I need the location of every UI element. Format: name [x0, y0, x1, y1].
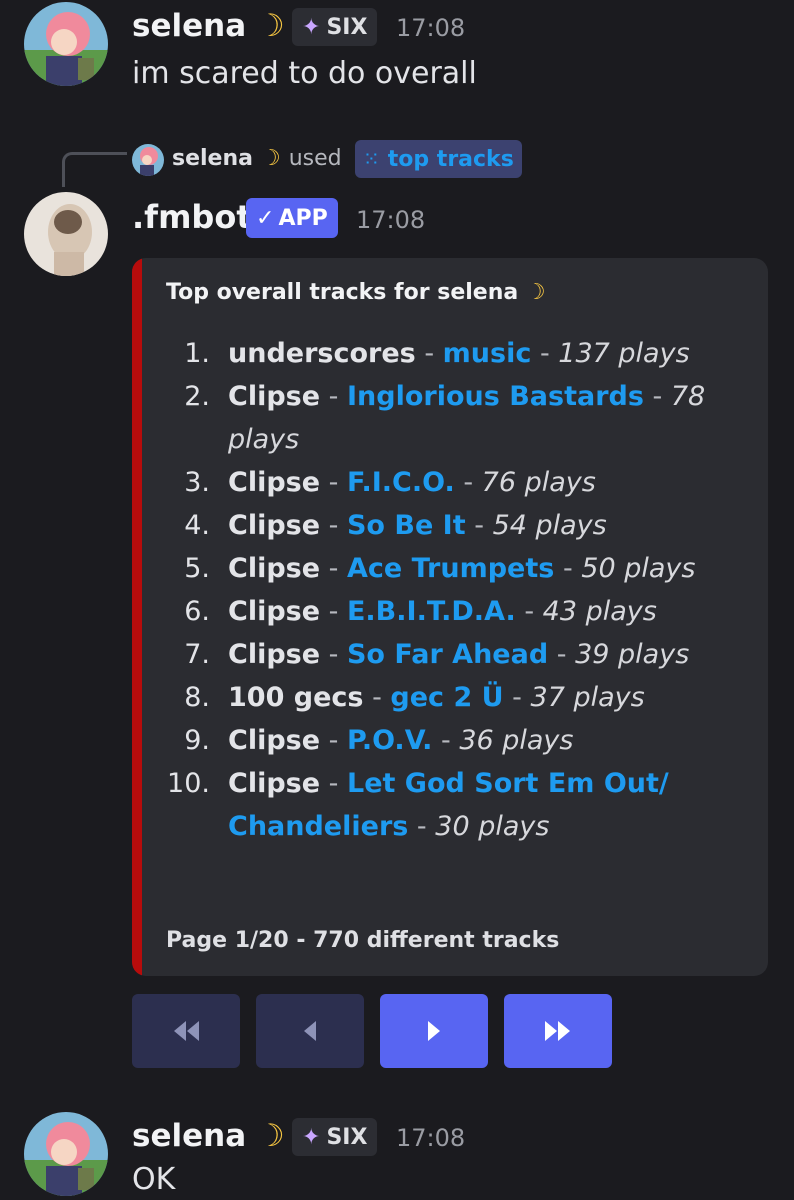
- artist-name: Clipse: [228, 467, 321, 498]
- reply-avatar[interactable]: [132, 144, 164, 176]
- bot-name[interactable]: .fmbot: [132, 198, 252, 236]
- list-item: 10. Clipse - Let God Sort Em Out/ Chande…: [167, 768, 669, 842]
- rewind-first-icon: [174, 1021, 199, 1041]
- play-count: 76 plays: [481, 467, 596, 498]
- next-page-button[interactable]: [380, 994, 488, 1068]
- artist-name: Clipse: [228, 768, 321, 799]
- timestamp: 17:08: [356, 206, 426, 234]
- list-item: 8. 100 gecs - gec 2 Ü - 37 plays: [184, 682, 645, 713]
- last-page-button[interactable]: [504, 994, 612, 1068]
- previous-page-button[interactable]: [256, 994, 364, 1068]
- list-item: 6. Clipse - E.B.I.T.D.A. - 43 plays: [184, 596, 657, 627]
- user-avatar[interactable]: [24, 1112, 108, 1196]
- author-name[interactable]: selena ☽: [132, 8, 285, 44]
- fast-forward-last-icon: [545, 1021, 570, 1041]
- play-count: 137 plays: [558, 338, 690, 369]
- play-count: 50 plays: [581, 553, 696, 584]
- play-count: 37 plays: [530, 682, 645, 713]
- command-icon: ⁙: [363, 147, 380, 171]
- embed-card: Top overall tracks for selena ☽ 1. under…: [132, 258, 768, 976]
- track-link[interactable]: E.B.I.T.D.A.: [347, 596, 516, 627]
- sparkle-icon: ✦: [302, 14, 321, 40]
- artist-name: Clipse: [228, 596, 321, 627]
- play-count: 54 plays: [492, 510, 607, 541]
- track-link[interactable]: music: [443, 338, 532, 369]
- user-tag[interactable]: ✦ SIX: [292, 8, 378, 46]
- embed-title: Top overall tracks for selena ☽: [166, 280, 546, 305]
- list-item: 7. Clipse - So Far Ahead - 39 plays: [184, 639, 690, 670]
- list-item: 5. Clipse - Ace Trumpets - 50 plays: [184, 553, 696, 584]
- track-link[interactable]: Inglorious Bastards: [347, 381, 644, 412]
- play-count: 30 plays: [435, 811, 550, 842]
- list-item: 4. Clipse - So Be It - 54 plays: [184, 510, 607, 541]
- play-count: 39 plays: [575, 639, 690, 670]
- embed-accent-bar: [132, 258, 142, 976]
- reply-reference[interactable]: selena ☽ used: [172, 146, 342, 171]
- bot-avatar[interactable]: [24, 192, 108, 276]
- play-count: 43 plays: [542, 596, 657, 627]
- artist-name: Clipse: [228, 381, 321, 412]
- track-list: 1. underscores - music - 137 plays 2. Cl…: [166, 332, 756, 848]
- timestamp: 17:08: [396, 14, 466, 42]
- app-badge: ✓ APP: [246, 198, 338, 238]
- moon-icon: ☽: [256, 8, 285, 44]
- moon-icon: ☽: [525, 280, 546, 305]
- moon-icon: ☽: [256, 1118, 285, 1154]
- timestamp: 17:08: [396, 1124, 466, 1152]
- user-tag[interactable]: ✦ SIX: [292, 1118, 378, 1156]
- artist-name: Clipse: [228, 553, 321, 584]
- track-link[interactable]: Ace Trumpets: [347, 553, 554, 584]
- track-link[interactable]: So Be It: [347, 510, 466, 541]
- message-text: OK: [132, 1162, 176, 1197]
- list-item: 9. Clipse - P.O.V. - 36 plays: [184, 725, 574, 756]
- track-link[interactable]: P.O.V.: [347, 725, 432, 756]
- author-name[interactable]: selena ☽: [132, 1118, 285, 1154]
- next-icon: [428, 1021, 440, 1041]
- artist-name: underscores: [228, 338, 416, 369]
- artist-name: Clipse: [228, 725, 321, 756]
- artist-name: Clipse: [228, 639, 321, 670]
- user-avatar[interactable]: [24, 2, 108, 86]
- play-count: 36 plays: [459, 725, 574, 756]
- track-link[interactable]: So Far Ahead: [347, 639, 548, 670]
- track-link[interactable]: F.I.C.O.: [347, 467, 455, 498]
- embed-footer: Page 1/20 - 770 different tracks: [166, 928, 560, 953]
- message-text: im scared to do overall: [132, 56, 477, 91]
- list-item: 2. Clipse - Inglorious Bastards - 78 pla…: [184, 381, 706, 455]
- list-item: 1. underscores - music - 137 plays: [184, 338, 690, 369]
- sparkle-icon: ✦: [302, 1124, 321, 1150]
- slash-command-pill[interactable]: ⁙ top tracks: [355, 140, 522, 178]
- list-item: 3. Clipse - F.I.C.O. - 76 plays: [184, 467, 596, 498]
- reply-connector: [62, 152, 127, 187]
- previous-icon: [304, 1021, 316, 1041]
- artist-name: 100 gecs: [228, 682, 364, 713]
- artist-name: Clipse: [228, 510, 321, 541]
- track-link[interactable]: gec 2 Ü: [390, 682, 503, 713]
- first-page-button[interactable]: [132, 994, 240, 1068]
- moon-icon: ☽: [261, 146, 281, 171]
- check-icon: ✓: [256, 205, 275, 231]
